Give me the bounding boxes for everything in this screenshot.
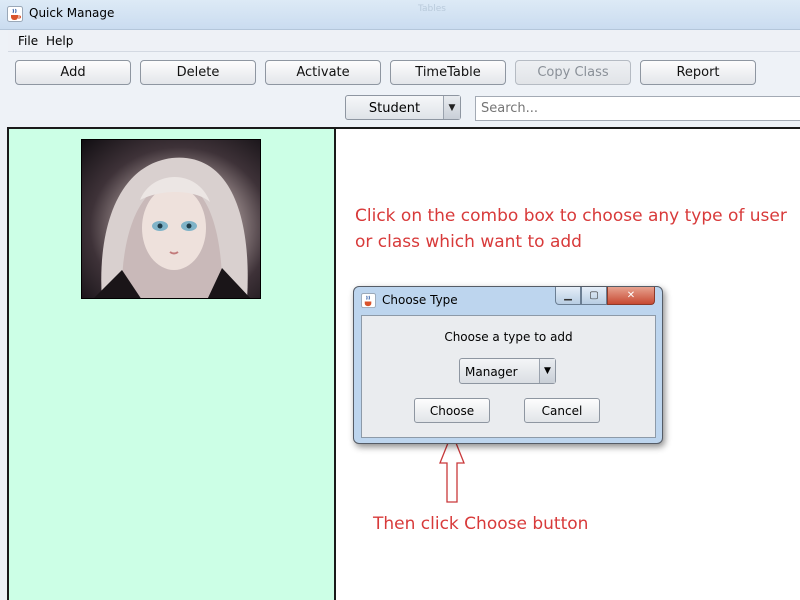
profile-photo [81, 139, 261, 299]
delete-button[interactable]: Delete [140, 60, 256, 85]
choose-button-hint: Then click Choose button [373, 514, 589, 534]
timetable-button[interactable]: TimeTable [390, 60, 506, 85]
dropdown-arrow-icon[interactable]: ▼ [443, 96, 460, 119]
choose-type-dialog: Choose Type ▁ ▢ ✕ Choose a type to add M… [353, 286, 663, 444]
dialog-content: Choose a type to add Manager ▼ Choose Ca… [361, 315, 656, 438]
user-type-combo[interactable]: Student ▼ [345, 95, 461, 120]
copy-class-button[interactable]: Copy Class [515, 60, 631, 85]
dialog-prompt: Choose a type to add [444, 330, 573, 344]
type-combo-value: Manager [465, 365, 518, 379]
java-cup-icon [7, 6, 23, 22]
menu-file[interactable]: File [18, 34, 38, 48]
search-input[interactable] [475, 96, 800, 121]
dropdown-arrow-icon[interactable]: ▼ [539, 359, 555, 383]
maximize-icon[interactable]: ▢ [581, 287, 607, 305]
java-cup-icon [361, 293, 376, 308]
type-combo[interactable]: Manager ▼ [459, 358, 556, 384]
doll-portrait-icon [94, 157, 251, 298]
dialog-title: Choose Type [382, 293, 458, 307]
window-ghost-title: Tables [418, 4, 446, 14]
user-type-value: Student [368, 101, 421, 116]
combo-box-hint: Click on the combo box to choose any typ… [355, 206, 787, 252]
minimize-icon[interactable]: ▁ [555, 287, 581, 305]
cancel-button[interactable]: Cancel [524, 398, 600, 423]
close-icon[interactable]: ✕ [607, 287, 655, 305]
window-title: Quick Manage [29, 6, 115, 20]
activate-button[interactable]: Activate [265, 60, 381, 85]
choose-button[interactable]: Choose [414, 398, 490, 423]
menu-help[interactable]: Help [46, 34, 73, 48]
window-titlebar: Quick Manage Tables [0, 0, 800, 30]
menu-bar: File Help [8, 30, 800, 52]
report-button[interactable]: Report [640, 60, 756, 85]
add-button[interactable]: Add [15, 60, 131, 85]
